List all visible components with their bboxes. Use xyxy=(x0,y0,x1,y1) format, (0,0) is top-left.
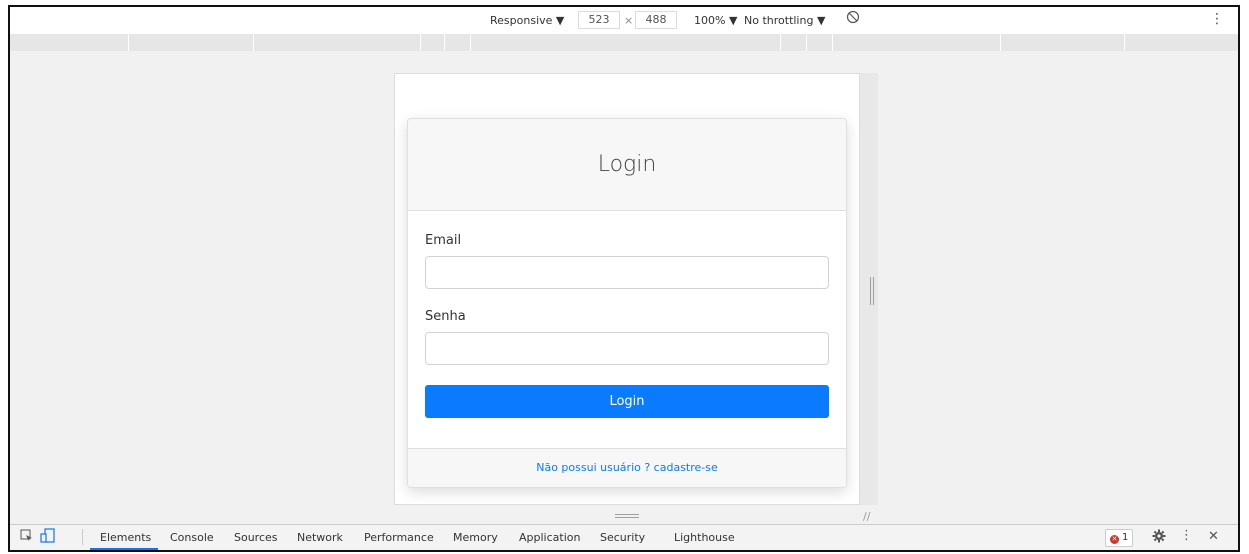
tabbar-divider xyxy=(82,529,83,545)
email-label: Email xyxy=(425,233,462,248)
tab-lighthouse[interactable]: Lighthouse xyxy=(674,531,735,544)
devtools-tabbar: Elements Console Sources Network Perform… xyxy=(10,524,1238,550)
width-input[interactable]: 523 xyxy=(578,11,620,29)
throttling-select[interactable]: No throttling ▼ xyxy=(744,14,825,27)
media-query-ruler[interactable] xyxy=(10,34,1238,51)
login-card: Login Email Senha Login Não possui usuár… xyxy=(407,118,847,488)
tab-security[interactable]: Security xyxy=(600,531,645,544)
resize-handle-bottom[interactable] xyxy=(615,514,639,520)
tab-application[interactable]: Application xyxy=(519,531,580,544)
tab-sources[interactable]: Sources xyxy=(234,531,278,544)
error-counter[interactable]: ✕ 1 xyxy=(1105,529,1134,547)
tab-performance[interactable]: Performance xyxy=(364,531,434,544)
error-count: 1 xyxy=(1122,532,1129,543)
devtools-more-icon[interactable]: ⋮ xyxy=(1180,528,1193,543)
toolbar-more-icon[interactable]: ⋮ xyxy=(1210,11,1224,27)
error-icon: ✕ xyxy=(1110,535,1119,544)
settings-gear-icon[interactable] xyxy=(1152,529,1166,546)
login-button[interactable]: Login xyxy=(425,385,829,418)
tab-memory[interactable]: Memory xyxy=(453,531,498,544)
zoom-select[interactable]: 100% ▼ xyxy=(694,14,737,27)
tab-network[interactable]: Network xyxy=(297,531,343,544)
device-toolbar: Responsive ▼ 523 × 488 100% ▼ No throttl… xyxy=(10,7,1238,34)
login-form: Email Senha Login xyxy=(408,211,846,418)
emulated-viewport: Login Email Senha Login Não possui usuár… xyxy=(394,73,860,505)
active-tab-indicator xyxy=(90,548,158,550)
device-select[interactable]: Responsive ▼ xyxy=(490,14,564,27)
device-toggle-icon[interactable] xyxy=(40,528,56,546)
resize-handle-right[interactable] xyxy=(870,277,876,305)
height-input[interactable]: 488 xyxy=(635,11,677,29)
signup-link[interactable]: Não possui usuário ? cadastre-se xyxy=(408,448,846,487)
rotate-icon[interactable] xyxy=(846,10,860,27)
password-label: Senha xyxy=(425,309,466,324)
inspect-element-icon[interactable] xyxy=(20,529,33,545)
close-icon[interactable]: ✕ xyxy=(1208,529,1219,544)
tab-console[interactable]: Console xyxy=(170,531,214,544)
resize-handle-corner-icon[interactable]: // xyxy=(863,510,870,523)
tab-elements[interactable]: Elements xyxy=(100,531,151,544)
login-title: Login xyxy=(408,119,846,211)
password-field[interactable] xyxy=(425,332,829,365)
email-field[interactable] xyxy=(425,256,829,289)
devtools-window: Responsive ▼ 523 × 488 100% ▼ No throttl… xyxy=(8,5,1240,552)
dimension-separator: × xyxy=(624,14,634,27)
